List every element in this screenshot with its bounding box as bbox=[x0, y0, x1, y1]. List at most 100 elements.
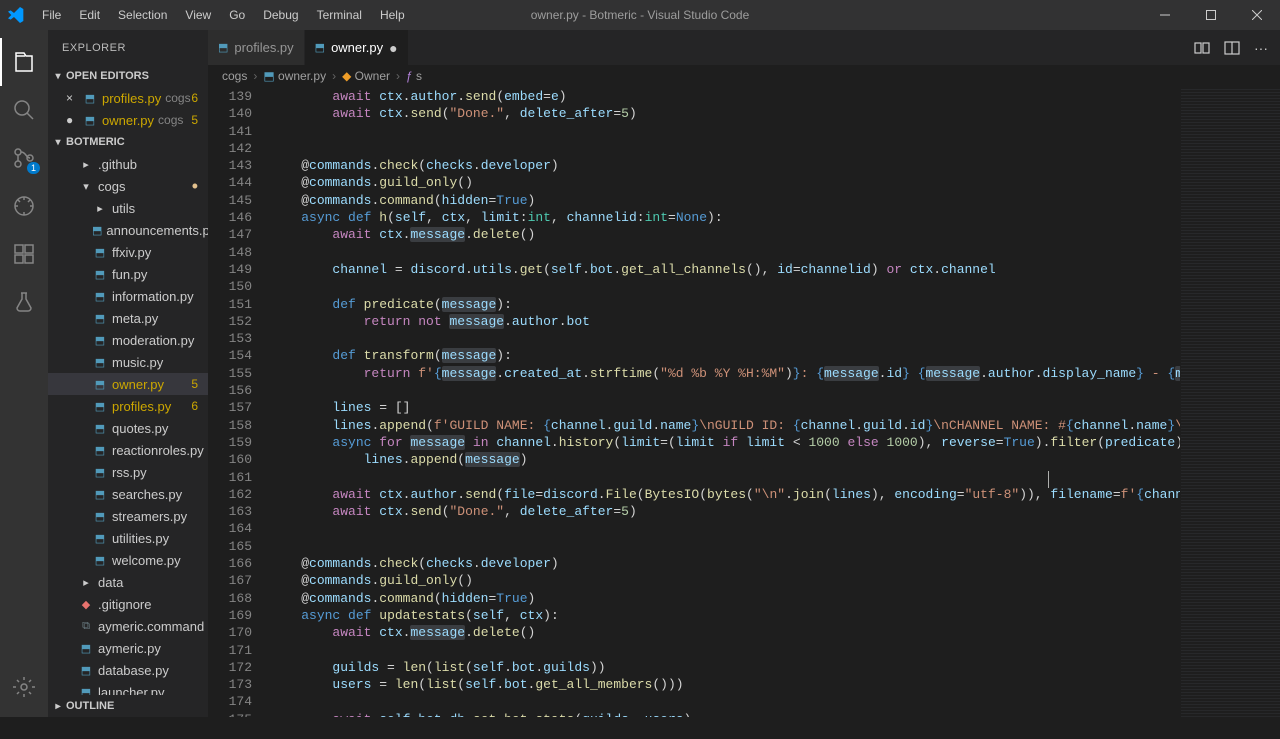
window-controls bbox=[1142, 0, 1280, 30]
menu-view[interactable]: View bbox=[177, 4, 219, 26]
window-title: owner.py - Botmeric - Visual Studio Code bbox=[531, 8, 750, 22]
python-file-icon: ⬒ bbox=[92, 246, 108, 259]
settings-activity-icon[interactable] bbox=[0, 663, 48, 711]
file-item[interactable]: ⬒music.py bbox=[48, 351, 208, 373]
close-button[interactable] bbox=[1234, 0, 1280, 30]
tree-item-label: music.py bbox=[112, 355, 163, 370]
file-item[interactable]: ⬒streamers.py bbox=[48, 505, 208, 527]
explorer-activity-icon[interactable] bbox=[0, 38, 48, 86]
breadcrumb-segment[interactable]: ◆ Owner bbox=[342, 69, 390, 83]
menu-edit[interactable]: Edit bbox=[71, 4, 108, 26]
breadcrumb-separator: › bbox=[332, 69, 336, 83]
breadcrumb-segment[interactable]: ƒ s bbox=[406, 69, 422, 83]
file-item[interactable]: ⬒utilities.py bbox=[48, 527, 208, 549]
menu-bar: FileEditSelectionViewGoDebugTerminalHelp bbox=[34, 4, 413, 26]
project-header[interactable]: ▾ BOTMERIC bbox=[48, 131, 208, 153]
tree-item-label: meta.py bbox=[112, 311, 158, 326]
python-file-icon: ⬒ bbox=[92, 290, 108, 303]
file-item[interactable]: ⬒quotes.py bbox=[48, 417, 208, 439]
search-activity-icon[interactable] bbox=[0, 86, 48, 134]
python-file-icon: ⬒ bbox=[92, 466, 108, 479]
code-content[interactable]: await ctx.author.send(embed=e) await ctx… bbox=[270, 87, 1180, 717]
git-file-icon: ◆ bbox=[78, 598, 94, 611]
file-item[interactable]: ⬒profiles.py6 bbox=[48, 395, 208, 417]
menu-selection[interactable]: Selection bbox=[110, 4, 175, 26]
tree-item-label: searches.py bbox=[112, 487, 182, 502]
status-bar[interactable] bbox=[0, 717, 1280, 739]
file-item[interactable]: ⬒announcements.py bbox=[48, 219, 208, 241]
minimize-button[interactable] bbox=[1142, 0, 1188, 30]
folder-item[interactable]: ▸.github bbox=[48, 153, 208, 175]
folder-open-icon: ▾ bbox=[78, 180, 94, 193]
breadcrumb-segment[interactable]: ⬒ owner.py bbox=[263, 69, 326, 83]
file-item[interactable]: ⬒rss.py bbox=[48, 461, 208, 483]
python-file-icon: ⬒ bbox=[92, 444, 108, 457]
python-file-icon: ⬒ bbox=[92, 268, 108, 281]
python-file-icon: ⬒ bbox=[92, 488, 108, 501]
menu-terminal[interactable]: Terminal bbox=[309, 4, 370, 26]
editor-tab[interactable]: ⬒profiles.py bbox=[208, 30, 305, 65]
folder-item[interactable]: ▸data bbox=[48, 571, 208, 593]
breadcrumb-separator: › bbox=[396, 69, 400, 83]
file-item[interactable]: ⬒information.py bbox=[48, 285, 208, 307]
file-item[interactable]: ⬒moderation.py bbox=[48, 329, 208, 351]
file-item[interactable]: ⬒fun.py bbox=[48, 263, 208, 285]
close-editor-icon[interactable]: × bbox=[66, 91, 80, 105]
tree-item-label: .gitignore bbox=[98, 597, 151, 612]
tree-item-label: cogs bbox=[98, 179, 125, 194]
file-item[interactable]: ⧉aymeric.command bbox=[48, 615, 208, 637]
problems-count: 5 bbox=[191, 113, 198, 127]
python-file-icon: ⬒ bbox=[82, 92, 98, 105]
open-editors-label: OPEN EDITORS bbox=[66, 70, 149, 82]
python-file-icon: ⬒ bbox=[78, 664, 94, 677]
dirty-indicator-icon[interactable]: ● bbox=[66, 113, 80, 127]
menu-help[interactable]: Help bbox=[372, 4, 413, 26]
menu-file[interactable]: File bbox=[34, 4, 69, 26]
activity-bar: 1 bbox=[0, 30, 48, 717]
file-item[interactable]: ⬒ searches.py bbox=[48, 483, 208, 505]
editor-tab[interactable]: ⬒owner.py● bbox=[305, 30, 409, 65]
editor-actions: ··· bbox=[1182, 30, 1280, 65]
folder-item[interactable]: ▸utils bbox=[48, 197, 208, 219]
split-editor-icon[interactable] bbox=[1224, 40, 1240, 56]
test-activity-icon[interactable] bbox=[0, 278, 48, 326]
file-item[interactable]: ⬒aymeric.py bbox=[48, 637, 208, 659]
open-editors-header[interactable]: ▾ OPEN EDITORS bbox=[48, 65, 208, 87]
sidebar-title: EXPLORER bbox=[48, 30, 208, 65]
scm-activity-icon[interactable]: 1 bbox=[0, 134, 48, 182]
tab-label: owner.py bbox=[331, 40, 383, 55]
minimap[interactable] bbox=[1180, 87, 1280, 717]
file-item[interactable]: ⬒database.py bbox=[48, 659, 208, 681]
python-file-icon: ⬒ bbox=[92, 378, 108, 391]
outline-header[interactable]: ▸ OUTLINE bbox=[48, 695, 208, 717]
file-item[interactable]: ⬒meta.py bbox=[48, 307, 208, 329]
file-item[interactable]: ⬒welcome.py bbox=[48, 549, 208, 571]
menu-go[interactable]: Go bbox=[221, 4, 253, 26]
compare-icon[interactable] bbox=[1194, 40, 1210, 56]
folder-item[interactable]: ▾cogs• bbox=[48, 175, 208, 197]
file-name: owner.py bbox=[102, 113, 154, 128]
file-item[interactable]: ⬒ffxiv.py bbox=[48, 241, 208, 263]
file-item[interactable]: ◆ .gitignore bbox=[48, 593, 208, 615]
open-editor-item[interactable]: ×⬒profiles.pycogs6 bbox=[48, 87, 208, 109]
tree-item-label: .github bbox=[98, 157, 137, 172]
extensions-activity-icon[interactable] bbox=[0, 230, 48, 278]
editor-cursor bbox=[1048, 471, 1049, 488]
breadcrumb-segment[interactable]: cogs bbox=[222, 69, 247, 83]
maximize-button[interactable] bbox=[1188, 0, 1234, 30]
chevron-down-icon: ▾ bbox=[50, 137, 66, 148]
file-item[interactable]: ⬒reactionroles.py bbox=[48, 439, 208, 461]
python-file-icon: ⬒ bbox=[92, 334, 108, 347]
debug-activity-icon[interactable] bbox=[0, 182, 48, 230]
file-item[interactable]: ⬒owner.py5 bbox=[48, 373, 208, 395]
tree-item-label: welcome.py bbox=[112, 553, 181, 568]
menu-debug[interactable]: Debug bbox=[255, 4, 306, 26]
open-editor-item[interactable]: ●⬒owner.pycogs5 bbox=[48, 109, 208, 131]
problems-count: 5 bbox=[191, 377, 198, 391]
tree-item-label: announcements.py bbox=[106, 223, 208, 238]
more-actions-icon[interactable]: ··· bbox=[1254, 40, 1268, 56]
breadcrumbs[interactable]: cogs›⬒ owner.py›◆ Owner›ƒ s bbox=[208, 65, 1280, 87]
tree-item-label: utilities.py bbox=[112, 531, 169, 546]
code-area[interactable]: 1391401411421431441451461471481491501511… bbox=[208, 87, 1280, 717]
tabs-row: ⬒profiles.py⬒owner.py● ··· bbox=[208, 30, 1280, 65]
